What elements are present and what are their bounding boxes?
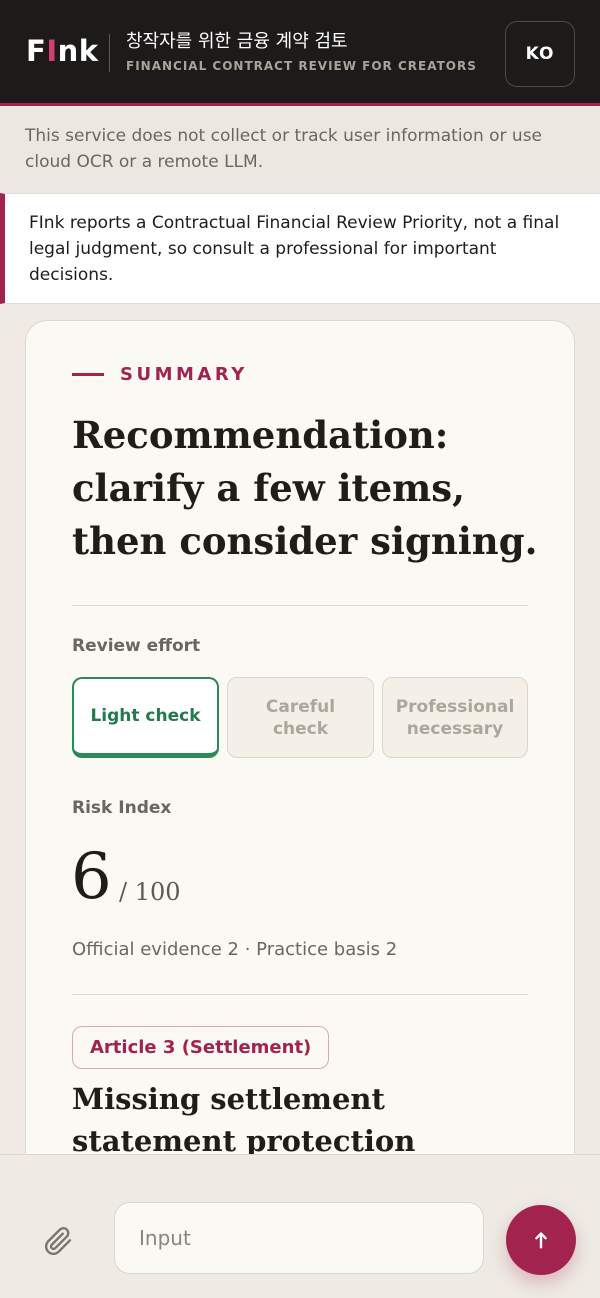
app-header: FInk 창작자를 위한 금융 계약 검토 FINANCIAL CONTRACT… xyxy=(0,0,600,106)
effort-option-careful-check[interactable]: Careful check xyxy=(227,677,374,758)
effort-option-label: Light check xyxy=(90,706,201,726)
send-button[interactable] xyxy=(506,1205,576,1275)
logo-letter-i: I xyxy=(46,34,58,68)
article-tag[interactable]: Article 3 (Settlement) xyxy=(72,1026,330,1069)
fink-logo[interactable]: FInk xyxy=(26,34,99,68)
summary-eyebrow: SUMMARY xyxy=(72,364,248,385)
logo-letters-nk: nk xyxy=(57,34,99,68)
app-page: FInk 창작자를 위한 금융 계약 검토 FINANCIAL CONTRACT… xyxy=(0,0,600,1298)
app-subtitle-english: FINANCIAL CONTRACT REVIEW FOR CREATORS xyxy=(126,59,477,73)
summary-card: SUMMARY Recommendation: clarify a few it… xyxy=(25,320,575,1220)
language-toggle-button[interactable]: KO xyxy=(505,21,575,87)
section-divider xyxy=(72,605,528,606)
legal-disclaimer: FInk reports a Contractual Financial Rev… xyxy=(0,193,600,304)
eyebrow-accent-line xyxy=(72,373,104,376)
header-divider xyxy=(109,34,110,72)
recommendation-headline: Recommendation: clarify a few items, the… xyxy=(72,413,538,563)
paperclip-icon[interactable] xyxy=(40,1223,76,1259)
message-input[interactable] xyxy=(114,1202,484,1274)
risk-index-value: 6 xyxy=(71,840,112,914)
effort-option-professional-necessary[interactable]: Professional necessary xyxy=(382,677,528,758)
evidence-count: Official evidence 2 · Practice basis 2 xyxy=(72,939,398,960)
effort-option-label: Careful check xyxy=(265,696,336,739)
summary-eyebrow-label: SUMMARY xyxy=(120,364,248,385)
chat-composer xyxy=(0,1154,600,1298)
review-effort-label: Review effort xyxy=(72,636,201,656)
effort-option-label: Professional necessary xyxy=(395,696,515,739)
arrow-up-icon xyxy=(535,1232,547,1249)
logo-letter-f: F xyxy=(26,34,47,68)
section-divider xyxy=(72,994,528,995)
article-issue-title: Missing settlement statement protection xyxy=(72,1082,416,1158)
app-title-korean: 창작자를 위한 금융 계약 검토 xyxy=(126,31,348,52)
risk-index-label: Risk Index xyxy=(72,798,172,818)
effort-option-light-check[interactable]: Light check xyxy=(72,677,219,758)
risk-index-max: / 100 xyxy=(119,878,181,906)
privacy-notice: This service does not collect or track u… xyxy=(0,109,600,193)
